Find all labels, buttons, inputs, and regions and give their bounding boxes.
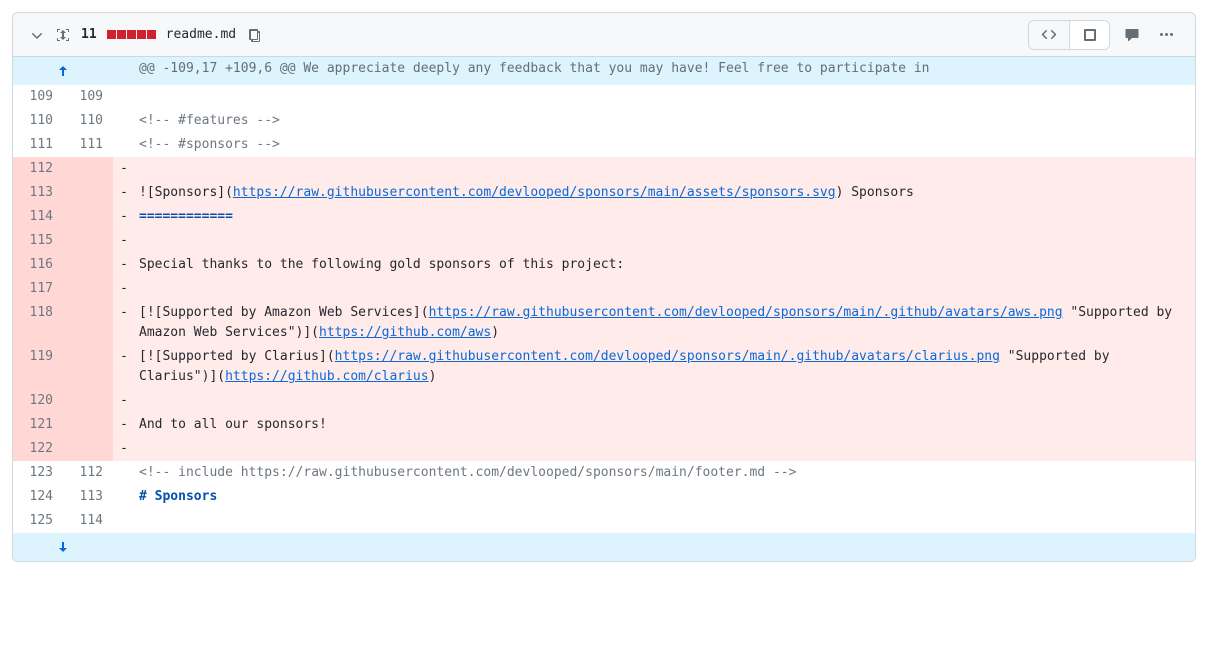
diff-line: 116 - Special thanks to the following go…	[13, 253, 1195, 277]
expand-up-icon[interactable]	[13, 57, 113, 85]
diff-line: 124 113 # Sponsors	[13, 485, 1195, 509]
diff-line: 111 111 <!-- #sponsors -->	[13, 133, 1195, 157]
link[interactable]: https://github.com/clarius	[225, 369, 429, 384]
collapse-toggle[interactable]	[29, 27, 45, 43]
hunk-header-row: @@ -109,17 +109,6 @@ We appreciate deepl…	[13, 57, 1195, 85]
diff-line: 121 - And to all our sponsors!	[13, 413, 1195, 437]
diff-line: 115 -	[13, 229, 1195, 253]
diffstat-bar	[107, 30, 156, 39]
expand-down-row	[13, 533, 1195, 561]
diff-line: 109 109	[13, 85, 1195, 109]
link[interactable]: https://raw.githubusercontent.com/devloo…	[335, 349, 1000, 364]
diff-line: 112 -	[13, 157, 1195, 181]
diff-line: 119 - [![Supported by Clarius](https://r…	[13, 345, 1195, 389]
comment-icon[interactable]	[1118, 21, 1146, 49]
filename[interactable]: readme.md	[166, 27, 236, 42]
expand-down-icon[interactable]	[13, 533, 113, 561]
diff-line: 114 - ============	[13, 205, 1195, 229]
change-count: 11	[81, 27, 97, 42]
link[interactable]: https://raw.githubusercontent.com/devloo…	[233, 185, 836, 200]
file-header: 11 readme.md	[13, 13, 1195, 57]
rendered-view-button[interactable]	[1069, 21, 1109, 49]
diff-line: 125 114	[13, 509, 1195, 533]
view-mode-toggle	[1028, 20, 1110, 50]
link[interactable]: https://github.com/aws	[319, 325, 491, 340]
diff-line: 117 -	[13, 277, 1195, 301]
diff-line: 110 110 <!-- #features -->	[13, 109, 1195, 133]
hunk-text: @@ -109,17 +109,6 @@ We appreciate deepl…	[135, 57, 1195, 85]
diff-table: @@ -109,17 +109,6 @@ We appreciate deepl…	[13, 57, 1195, 561]
link[interactable]: https://raw.githubusercontent.com/devloo…	[429, 305, 1063, 320]
diff-line: 118 - [![Supported by Amazon Web Service…	[13, 301, 1195, 345]
copy-path-icon[interactable]	[246, 27, 262, 43]
diff-line: 120 -	[13, 389, 1195, 413]
more-actions-icon[interactable]	[1154, 33, 1179, 36]
diff-line: 113 - ![Sponsors](https://raw.githubuser…	[13, 181, 1195, 205]
source-view-button[interactable]	[1029, 21, 1069, 49]
diff-file-card: 11 readme.md	[12, 12, 1196, 562]
diff-line: 123 112 <!-- include https://raw.githubu…	[13, 461, 1195, 485]
expand-all-icon[interactable]	[55, 27, 71, 43]
diff-line: 122 -	[13, 437, 1195, 461]
